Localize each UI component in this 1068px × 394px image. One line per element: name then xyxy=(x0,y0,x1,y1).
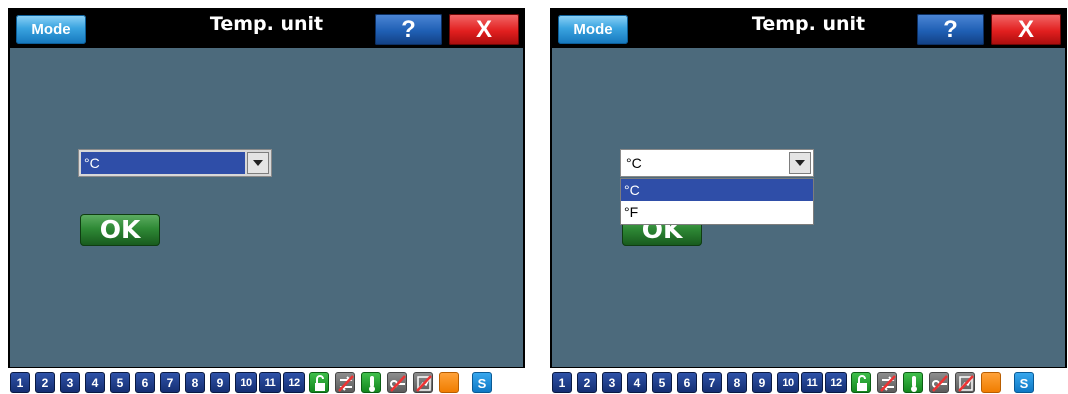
chevron-down-icon[interactable] xyxy=(789,152,811,174)
taskbar-button-5[interactable]: 5 xyxy=(110,372,130,393)
dropdown-option-celsius[interactable]: °C xyxy=(621,179,813,201)
taskbar-button-7[interactable]: 7 xyxy=(160,372,180,393)
temp-unit-select[interactable]: °C xyxy=(78,149,272,177)
taskbar-button-5[interactable]: 5 xyxy=(652,372,672,393)
taskbar-button-4[interactable]: 4 xyxy=(627,372,647,393)
sync-disabled-icon[interactable] xyxy=(335,372,355,393)
taskbar-button-12[interactable]: 12 xyxy=(825,372,847,393)
taskbar-button-1[interactable]: 1 xyxy=(552,372,572,393)
mode-button[interactable]: Mode xyxy=(558,15,628,44)
chart-disabled-icon[interactable] xyxy=(955,372,975,393)
s-icon[interactable]: S xyxy=(472,372,492,393)
taskbar-button-2[interactable]: 2 xyxy=(577,372,597,393)
taskbar-button-9[interactable]: 9 xyxy=(752,372,772,393)
app-window: Mode Temp. unit ? X OK °C °C °F xyxy=(550,8,1067,368)
content-area: OK °C °C °F xyxy=(552,48,1065,367)
taskbar-button-10[interactable]: 10 xyxy=(235,372,257,393)
ok-button[interactable]: OK xyxy=(80,214,160,246)
close-button[interactable]: X xyxy=(449,14,519,45)
unlock-icon[interactable] xyxy=(851,372,871,393)
taskbar-button-12[interactable]: 12 xyxy=(283,372,305,393)
thermometer-icon[interactable] xyxy=(903,372,923,393)
orange-status-icon[interactable] xyxy=(981,372,1001,393)
unlock-icon[interactable] xyxy=(309,372,329,393)
taskbar-button-9[interactable]: 9 xyxy=(210,372,230,393)
app-window: Mode Temp. unit ? X °C OK xyxy=(8,8,525,368)
taskbar-button-11[interactable]: 11 xyxy=(801,372,823,393)
taskbar-button-6[interactable]: 6 xyxy=(135,372,155,393)
select-current-value: °C xyxy=(81,152,245,174)
key-disabled-icon[interactable] xyxy=(387,372,407,393)
taskbar-button-11[interactable]: 11 xyxy=(259,372,281,393)
taskbar-button-3[interactable]: 3 xyxy=(60,372,80,393)
taskbar-button-8[interactable]: 8 xyxy=(727,372,747,393)
screen-right: Mode Temp. unit ? X OK °C °C °F 12345678… xyxy=(550,8,1067,394)
thermometer-icon[interactable] xyxy=(361,372,381,393)
title-bar: Mode Temp. unit ? X xyxy=(550,8,1067,48)
help-button[interactable]: ? xyxy=(375,14,442,45)
key-disabled-icon[interactable] xyxy=(929,372,949,393)
chevron-down-icon[interactable] xyxy=(247,152,269,174)
taskbar: 1 2 3 4 5 6 7 8 9 10 11 12 S xyxy=(8,372,525,393)
taskbar-button-7[interactable]: 7 xyxy=(702,372,722,393)
dropdown-option-fahrenheit[interactable]: °F xyxy=(621,201,813,223)
taskbar-button-1[interactable]: 1 xyxy=(10,372,30,393)
close-button[interactable]: X xyxy=(991,14,1061,45)
screen-left: Mode Temp. unit ? X °C OK 1 2 3 4 5 6 7 8 9 10 11 1… xyxy=(8,8,525,394)
sync-disabled-icon[interactable] xyxy=(877,372,897,393)
taskbar-button-8[interactable]: 8 xyxy=(185,372,205,393)
help-button[interactable]: ? xyxy=(917,14,984,45)
temp-unit-select[interactable]: °C xyxy=(620,149,814,177)
taskbar-button-10[interactable]: 10 xyxy=(777,372,799,393)
content-area: °C OK xyxy=(10,48,523,367)
s-icon[interactable]: S xyxy=(1014,372,1034,393)
taskbar: 1 2 3 4 5 6 7 8 9 10 11 12 S xyxy=(550,372,1067,393)
taskbar-button-3[interactable]: 3 xyxy=(602,372,622,393)
orange-status-icon[interactable] xyxy=(439,372,459,393)
select-current-value: °C xyxy=(623,152,787,174)
chart-disabled-icon[interactable] xyxy=(413,372,433,393)
mode-button[interactable]: Mode xyxy=(16,15,86,44)
taskbar-button-2[interactable]: 2 xyxy=(35,372,55,393)
dropdown-list: °C °F xyxy=(620,178,814,225)
taskbar-button-6[interactable]: 6 xyxy=(677,372,697,393)
title-bar: Mode Temp. unit ? X xyxy=(8,8,525,48)
taskbar-button-4[interactable]: 4 xyxy=(85,372,105,393)
